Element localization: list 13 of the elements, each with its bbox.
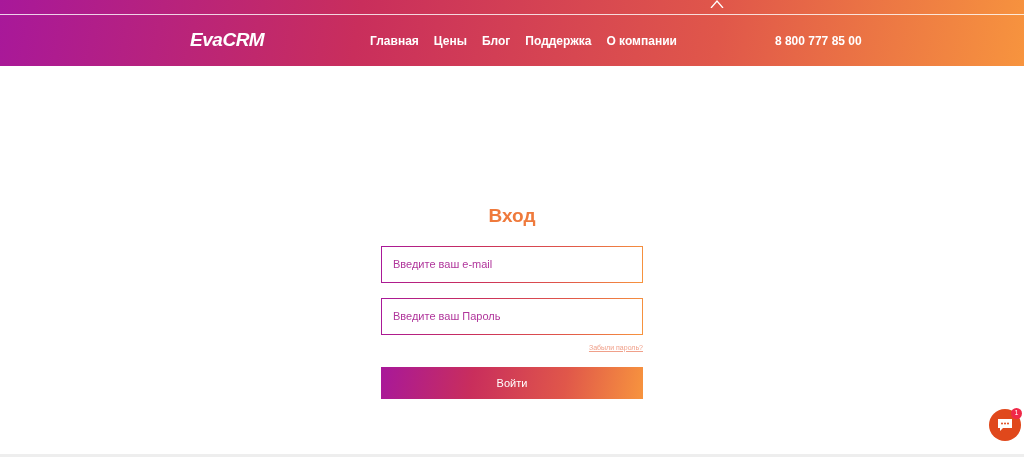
login-button[interactable]: Войти: [381, 367, 643, 399]
nav-link[interactable]: Поддержка: [525, 31, 592, 50]
nav-link[interactable]: Главная: [370, 31, 419, 50]
nav-link[interactable]: О компании: [606, 31, 677, 50]
phone-number: 8 800 777 85 00: [774, 32, 862, 50]
input-field[interactable]: Введите ваш e-mail: [381, 245, 643, 283]
chat-button[interactable]: [989, 409, 1021, 441]
login-title: Вход: [488, 204, 536, 228]
input-field[interactable]: Введите ваш Пароль: [381, 297, 643, 335]
nav-link[interactable]: Цены: [433, 31, 467, 50]
chat-icon: [997, 418, 1013, 432]
nav-link[interactable]: Блог: [481, 31, 511, 50]
logo[interactable]: EvaCRM: [190, 26, 370, 55]
